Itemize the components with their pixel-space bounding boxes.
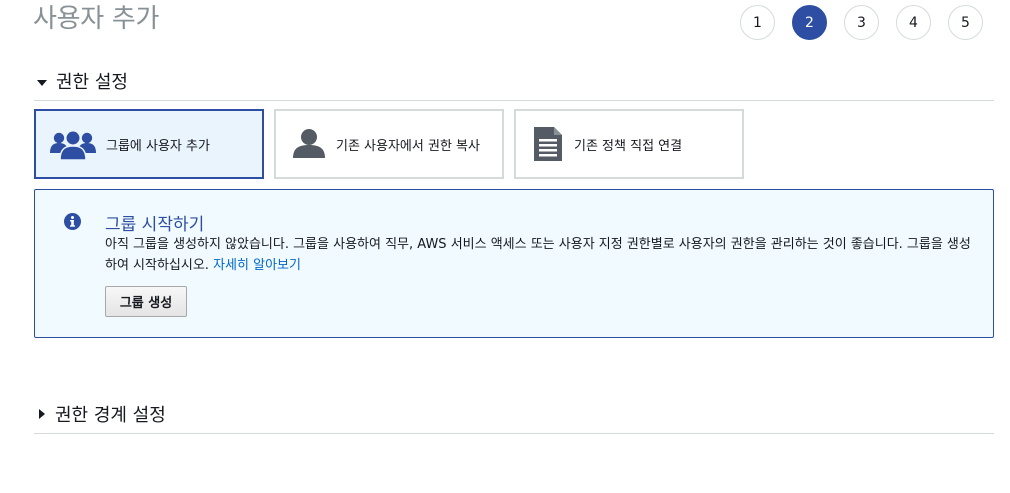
add-user-to-group-label: 그룹에 사용자 추가 — [106, 138, 210, 154]
boundary-section-header[interactable]: 권한 경계 설정 — [34, 401, 994, 434]
attach-policy-label: 기존 정책 직접 연결 — [574, 138, 683, 154]
permissions-section-title: 권한 설정 — [56, 72, 128, 93]
copy-permissions-option[interactable]: 기존 사용자에서 권한 복사 — [274, 109, 504, 179]
step-5[interactable]: 5 — [948, 5, 983, 40]
copy-permissions-label: 기존 사용자에서 권한 복사 — [336, 138, 480, 154]
learn-more-link[interactable]: 자세히 알아보기 — [213, 258, 301, 273]
document-icon — [532, 126, 564, 162]
step-2-active[interactable]: 2 — [792, 5, 827, 40]
caret-down-icon — [37, 79, 47, 86]
user-icon — [292, 128, 326, 160]
permission-options: 그룹에 사용자 추가 기존 사용자에서 권한 복사 기존 정책 직접 연결 — [34, 109, 754, 179]
info-body: 아직 그룹을 생성하지 않았습니다. 그룹을 사용하여 직무, AWS 서비스 … — [105, 234, 975, 276]
caret-right-icon — [39, 409, 45, 419]
group-icon — [50, 128, 96, 160]
attach-policy-option[interactable]: 기존 정책 직접 연결 — [514, 109, 744, 179]
permissions-section-header[interactable]: 권한 설정 — [34, 68, 994, 101]
add-user-to-group-option[interactable]: 그룹에 사용자 추가 — [34, 109, 264, 179]
step-1[interactable]: 1 — [740, 5, 775, 40]
boundary-section-title: 권한 경계 설정 — [55, 405, 166, 426]
info-icon — [64, 213, 81, 234]
step-3[interactable]: 3 — [844, 5, 879, 40]
create-group-button[interactable]: 그룹 생성 — [105, 286, 187, 317]
step-4[interactable]: 4 — [896, 5, 931, 40]
page-title: 사용자 추가 — [33, 4, 160, 34]
info-alert: 그룹 시작하기 아직 그룹을 생성하지 않았습니다. 그룹을 사용하여 직무, … — [34, 189, 994, 338]
info-title: 그룹 시작하기 — [105, 215, 205, 235]
step-indicator: 1 2 3 4 5 — [740, 5, 983, 40]
